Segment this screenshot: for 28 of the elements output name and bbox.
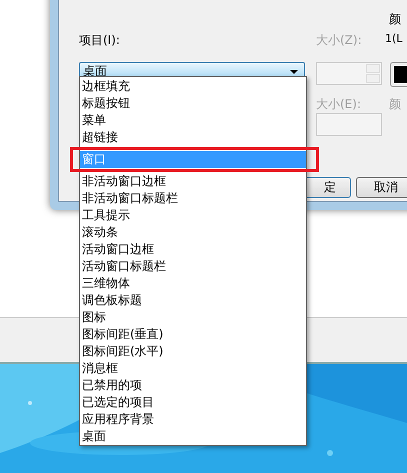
list-item[interactable]: 活动窗口边框 bbox=[80, 241, 306, 258]
list-item[interactable]: 活动窗口标题栏 bbox=[80, 258, 306, 275]
color-label: 颜 bbox=[389, 96, 401, 113]
list-item[interactable]: 图标间距(水平) bbox=[80, 343, 306, 360]
list-item[interactable]: 图标 bbox=[80, 309, 306, 326]
cancel-button[interactable]: 取消 bbox=[356, 177, 407, 198]
list-item[interactable]: 菜单 bbox=[80, 112, 306, 129]
list-item[interactable]: 滚动条 bbox=[80, 224, 306, 241]
list-item[interactable]: 消息框 bbox=[80, 360, 306, 377]
caret-icon bbox=[290, 70, 298, 74]
list-item[interactable]: 图标间距(垂直) bbox=[80, 326, 306, 343]
list-item[interactable]: 超链接 bbox=[80, 129, 306, 146]
list-item[interactable]: 应用程序背景 bbox=[80, 411, 306, 428]
list-item[interactable]: 标题按钮 bbox=[80, 95, 306, 112]
size-label: 大小(E): bbox=[316, 96, 361, 113]
color-label: 颜 bbox=[389, 11, 401, 28]
list-item[interactable]: 调色板标题 bbox=[80, 292, 306, 309]
list-item[interactable]: 三维物体 bbox=[80, 275, 306, 292]
size-spinner bbox=[316, 113, 382, 136]
size-spinner bbox=[316, 62, 382, 85]
list-item[interactable]: 已禁用的项 bbox=[80, 377, 306, 394]
list-item[interactable]: 工具提示 bbox=[80, 207, 306, 224]
color-label: 1(L bbox=[385, 32, 402, 45]
list-item[interactable]: 桌面 bbox=[80, 428, 306, 445]
size-label: 大小(Z): bbox=[316, 32, 362, 49]
list-item[interactable]: 边框填充 bbox=[80, 78, 306, 95]
list-item[interactable]: 已选定的项目 bbox=[80, 394, 306, 411]
item-label: 项目(I): bbox=[79, 32, 120, 49]
